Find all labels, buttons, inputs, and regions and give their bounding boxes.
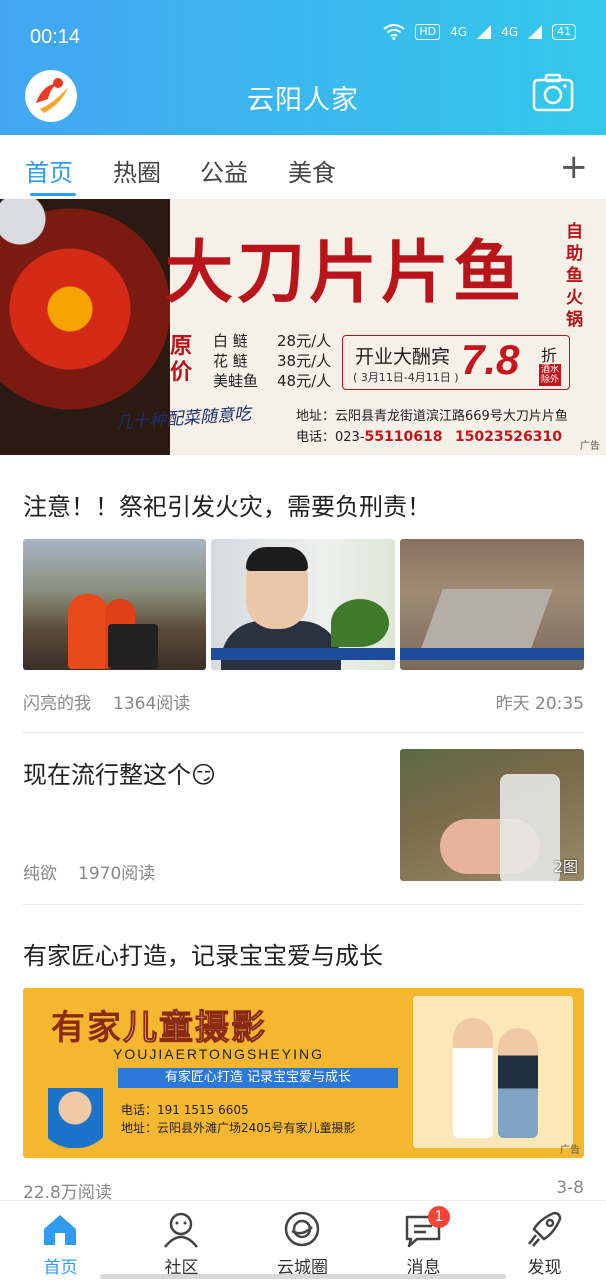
tab-hot[interactable]: 热圈 bbox=[113, 153, 161, 188]
article-reads: 1364阅读 bbox=[113, 694, 191, 714]
article-author: 纯欲 bbox=[23, 864, 57, 884]
status-time: 00:14 bbox=[30, 26, 81, 48]
home-indicator bbox=[100, 1274, 506, 1279]
photo-studio-ad[interactable]: 有家儿童摄影 YOUJIAERTONGSHEYING 有家匠心打造 记录宝宝爱与… bbox=[23, 988, 584, 1158]
article-image[interactable]: 2图 bbox=[400, 749, 584, 881]
status-bar: 00:14 HD 4G 4G 41 bbox=[0, 0, 606, 70]
home-icon bbox=[44, 1215, 76, 1245]
divider bbox=[23, 904, 583, 905]
cloud-city-icon bbox=[284, 1211, 320, 1247]
banner-title: 大刀片片鱼 bbox=[165, 233, 526, 313]
promo-dates: ( 3月11日-4月11日 ) bbox=[353, 371, 459, 384]
kid-photo bbox=[453, 1018, 493, 1138]
price-label: 原价 bbox=[170, 334, 193, 385]
signal-1-label: 4G bbox=[450, 25, 468, 39]
nav-cloud-city[interactable]: 云城圈 bbox=[242, 1201, 363, 1281]
signal-2-label: 4G bbox=[501, 25, 518, 39]
ad-label: 广告 bbox=[580, 441, 600, 452]
article-title[interactable]: 有家匠心打造，记录宝宝爱与成长 bbox=[23, 936, 383, 971]
community-icon bbox=[164, 1212, 198, 1248]
camera-icon[interactable] bbox=[532, 72, 574, 114]
price-row: 花 鲢 38元/人 bbox=[213, 352, 332, 370]
article-title[interactable]: 现在流行整这个😏 bbox=[23, 755, 216, 790]
page-title: 云阳人家 bbox=[247, 85, 359, 116]
promo-note: 酒水除外 bbox=[539, 364, 561, 386]
article-reads: 1970阅读 bbox=[78, 864, 156, 884]
ad-photo-frame bbox=[413, 996, 573, 1148]
price-list: 白 鲢 28元/人 花 鲢 38元/人 美蛙鱼 48元/人 bbox=[213, 331, 331, 391]
battery-icon: 41 bbox=[552, 24, 576, 40]
banner-phone: 电话：023-55110618 15023526310 bbox=[296, 429, 563, 445]
divider bbox=[23, 732, 583, 733]
article-image[interactable] bbox=[23, 539, 206, 670]
nav-discover[interactable]: 发现 bbox=[484, 1201, 605, 1281]
promo-discount: 7.8 bbox=[461, 336, 520, 383]
hd-icon: HD bbox=[415, 24, 441, 40]
signal-1-icon bbox=[477, 25, 492, 39]
ad-label: 广告 bbox=[560, 1145, 580, 1156]
price-row: 美蛙鱼 48元/人 bbox=[213, 372, 332, 390]
article-time: 昨天 20:35 bbox=[495, 694, 584, 714]
article-image[interactable] bbox=[400, 539, 584, 670]
status-icons: HD 4G 4G 41 bbox=[383, 24, 576, 40]
article-author: 闪亮的我 bbox=[23, 694, 91, 714]
category-tabs: 首页 热圈 公益 美食 + bbox=[0, 135, 606, 199]
add-tab-button[interactable]: + bbox=[560, 147, 589, 187]
promo-unit: 折 bbox=[541, 346, 558, 365]
signal-2-icon bbox=[528, 25, 542, 39]
ad-contact: 电话：191 1515 6605 地址：云阳县外滩广场2405号有家儿童摄影 bbox=[121, 1103, 356, 1135]
promo-text: 开业大酬宾 bbox=[355, 346, 451, 368]
ad-brand: 有家儿童摄影 bbox=[51, 1008, 267, 1049]
ad-slogan: 有家匠心打造 记录宝宝爱与成长 bbox=[118, 1068, 398, 1088]
tab-charity[interactable]: 公益 bbox=[200, 153, 248, 188]
banner-ad[interactable]: 大刀片片鱼 自助鱼火锅 原价 白 鲢 28元/人 花 鲢 38元/人 美蛙鱼 48元/… bbox=[0, 199, 606, 455]
article-title[interactable]: 注意！！祭祀引发火灾，需要负刑责！ bbox=[23, 487, 431, 522]
image-count-badge: 2图 bbox=[553, 858, 578, 876]
banner-address: 地址：云阳县青龙街道滨江路669号大刀片片鱼 bbox=[296, 409, 568, 424]
message-count-badge: 1 bbox=[428, 1206, 450, 1228]
active-tab-indicator bbox=[30, 193, 76, 196]
rocket-icon bbox=[528, 1211, 562, 1247]
nav-community[interactable]: 社区 bbox=[121, 1201, 242, 1281]
ad-pinyin: YOUJIAERTONGSHEYING bbox=[113, 1046, 324, 1062]
top-bar: 00:14 HD 4G 4G 41 云阳人家 bbox=[0, 0, 606, 135]
banner-contact: 地址：云阳县青龙街道滨江路669号大刀片片鱼 电话：023-55110618 1… bbox=[296, 407, 568, 448]
promo-box: 开业大酬宾 ( 3月11日-4月11日 ) 7.8 折 酒水除外 bbox=[342, 335, 570, 390]
article-time: 3-8 bbox=[556, 1178, 584, 1198]
kid-photo bbox=[498, 1028, 538, 1138]
nav-messages[interactable]: 消息 bbox=[363, 1201, 484, 1281]
ladle-image bbox=[0, 199, 60, 249]
nav-home[interactable]: 首页 bbox=[0, 1201, 121, 1281]
price-row: 白 鲢 28元/人 bbox=[213, 332, 332, 350]
bottom-nav: 首页 社区 云城圈 消息 发现 bbox=[0, 1200, 606, 1280]
tab-home[interactable]: 首页 bbox=[25, 153, 73, 188]
banner-side-text: 自助鱼火锅 bbox=[566, 222, 583, 330]
wifi-icon bbox=[383, 24, 405, 40]
tab-food[interactable]: 美食 bbox=[288, 153, 336, 188]
article-image[interactable] bbox=[211, 539, 395, 670]
child-photo bbox=[48, 1088, 103, 1148]
